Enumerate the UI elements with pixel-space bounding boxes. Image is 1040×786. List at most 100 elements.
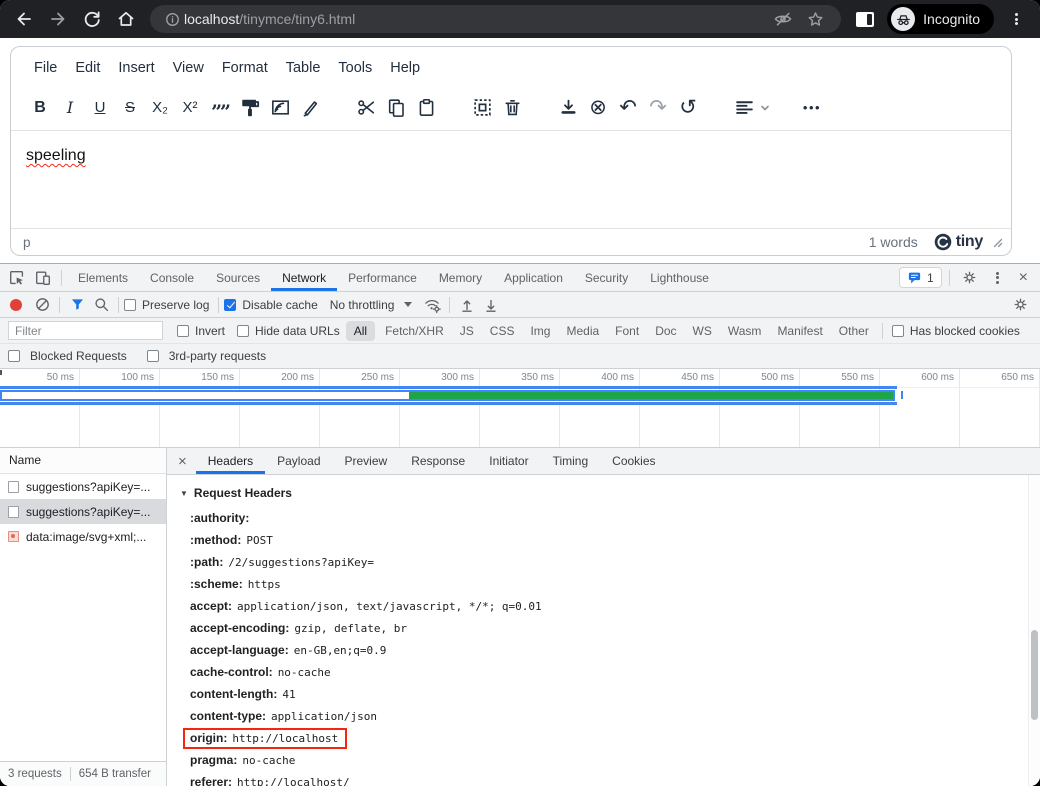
network-overview[interactable]: 50 ms 100 ms 150 ms 200 ms 250 ms 300 ms…: [0, 369, 1040, 448]
devtools-tab[interactable]: Performance: [337, 264, 428, 291]
filter-input[interactable]: [8, 321, 163, 340]
has-blocked-cookies-checkbox[interactable]: [892, 325, 904, 337]
details-tab[interactable]: Preview: [333, 448, 400, 474]
editor-menu-item[interactable]: Table: [277, 55, 330, 81]
undo-icon[interactable]: ↶: [613, 93, 643, 123]
resource-type-filter[interactable]: WS: [685, 321, 720, 341]
scrollbar-thumb[interactable]: [1031, 630, 1038, 720]
strikethrough-button[interactable]: S: [115, 93, 145, 123]
paste-clipboard-icon[interactable]: [411, 93, 441, 123]
hide-data-urls-checkbox[interactable]: [237, 325, 249, 337]
editor-menu-item[interactable]: Format: [213, 55, 277, 81]
image-frame-icon[interactable]: [265, 93, 295, 123]
cancel-icon[interactable]: ⊗: [583, 93, 613, 123]
devtools-tab[interactable]: Console: [139, 264, 205, 291]
devtools-menu-icon[interactable]: [985, 265, 1011, 291]
request-headers-section[interactable]: ▼ Request Headers: [167, 484, 1028, 502]
resource-type-filter[interactable]: Wasm: [720, 321, 770, 341]
more-options-button[interactable]: •••: [797, 93, 827, 123]
scrollbar-track[interactable]: [1028, 475, 1040, 786]
element-path[interactable]: p: [23, 235, 31, 250]
tiny-logo[interactable]: tiny: [934, 233, 983, 251]
delete-trash-icon[interactable]: [497, 93, 527, 123]
blockquote-button[interactable]: ””: [205, 93, 235, 123]
info-icon[interactable]: [160, 3, 184, 35]
copy-icon[interactable]: [381, 93, 411, 123]
record-button[interactable]: [10, 299, 22, 311]
resource-type-filter[interactable]: Media: [558, 321, 607, 341]
details-tab[interactable]: Cookies: [600, 448, 667, 474]
devtools-tab[interactable]: Network: [271, 264, 337, 291]
resource-type-filter[interactable]: Doc: [647, 321, 684, 341]
resource-type-filter[interactable]: Font: [607, 321, 647, 341]
editor-menu-item[interactable]: Tools: [329, 55, 381, 81]
details-tab[interactable]: Initiator: [477, 448, 540, 474]
details-tab[interactable]: Headers: [196, 448, 265, 474]
browser-menu-icon[interactable]: [1000, 3, 1032, 35]
blocked-requests-checkbox[interactable]: [8, 350, 20, 362]
side-panel-icon[interactable]: [849, 3, 881, 35]
disable-cache-checkbox[interactable]: [224, 299, 236, 311]
resource-type-filter[interactable]: Other: [831, 321, 877, 341]
resource-type-filter[interactable]: JS: [452, 321, 482, 341]
details-tab[interactable]: Timing: [541, 448, 601, 474]
resource-type-filter[interactable]: Manifest: [769, 321, 830, 341]
issues-badge[interactable]: 1: [899, 267, 942, 288]
details-close-icon[interactable]: ×: [169, 453, 196, 470]
resize-grip[interactable]: [991, 236, 1003, 248]
devtools-close-icon[interactable]: ×: [1013, 269, 1034, 287]
redo-icon[interactable]: ↷: [643, 93, 673, 123]
resource-type-filter[interactable]: Img: [522, 321, 558, 341]
devtools-tab[interactable]: Sources: [205, 264, 271, 291]
cut-scissors-icon[interactable]: [351, 93, 381, 123]
chevron-down-icon[interactable]: [759, 102, 771, 114]
devtools-tab[interactable]: Security: [574, 264, 639, 291]
devtools-tab[interactable]: Application: [493, 264, 574, 291]
network-conditions-icon[interactable]: [420, 293, 444, 317]
fill-color-roller-icon[interactable]: [235, 93, 265, 123]
restore-draft-icon[interactable]: ↺: [673, 93, 703, 123]
network-request-row[interactable]: suggestions?apiKey=...: [0, 474, 166, 499]
editor-menu-item[interactable]: View: [164, 55, 213, 81]
subscript-button[interactable]: X₂: [145, 93, 175, 123]
resource-type-filter[interactable]: Fetch/XHR: [377, 321, 452, 341]
save-download-icon[interactable]: [553, 93, 583, 123]
export-har-icon[interactable]: [479, 293, 503, 317]
address-bar[interactable]: localhost/tinymce/tiny6.html: [150, 5, 841, 33]
bold-button[interactable]: B: [25, 93, 55, 123]
network-settings-gear-icon[interactable]: [1008, 293, 1032, 317]
forward-icon[interactable]: [42, 3, 74, 35]
back-icon[interactable]: [8, 3, 40, 35]
filter-funnel-icon[interactable]: [65, 293, 89, 317]
devtools-settings-gear-icon[interactable]: [957, 265, 983, 291]
superscript-button[interactable]: X²: [175, 93, 205, 123]
align-left-icon[interactable]: [729, 93, 759, 123]
devtools-tab[interactable]: Elements: [67, 264, 139, 291]
third-party-checkbox[interactable]: [147, 350, 159, 362]
clear-icon[interactable]: [30, 293, 54, 317]
underline-button[interactable]: U: [85, 93, 115, 123]
eye-slash-icon[interactable]: [767, 3, 799, 35]
bookmark-star-icon[interactable]: [799, 3, 831, 35]
devtools-tab[interactable]: Lighthouse: [639, 264, 720, 291]
word-count[interactable]: 1 words: [869, 234, 918, 250]
select-all-icon[interactable]: [467, 93, 497, 123]
headers-content[interactable]: ▼ Request Headers :authority:: [167, 475, 1028, 786]
editor-menu-item[interactable]: File: [25, 55, 66, 81]
resource-type-filter[interactable]: CSS: [482, 321, 523, 341]
details-tab[interactable]: Payload: [265, 448, 332, 474]
italic-button[interactable]: I: [55, 93, 85, 123]
network-request-row[interactable]: data:image/svg+xml;...: [0, 524, 166, 549]
editor-menu-item[interactable]: Help: [381, 55, 429, 81]
editor-menu-item[interactable]: Edit: [66, 55, 109, 81]
import-har-icon[interactable]: [455, 293, 479, 317]
throttling-dropdown[interactable]: No throttling: [330, 298, 413, 312]
device-toolbar-icon[interactable]: [30, 265, 56, 291]
misspelled-word[interactable]: speeling: [26, 147, 86, 164]
inspect-element-icon[interactable]: [4, 265, 30, 291]
search-icon[interactable]: [89, 293, 113, 317]
invert-checkbox[interactable]: [177, 325, 189, 337]
permanent-pen-icon[interactable]: [295, 93, 325, 123]
editor-content[interactable]: speeling: [11, 131, 1011, 228]
resource-type-filter[interactable]: All: [346, 321, 375, 341]
